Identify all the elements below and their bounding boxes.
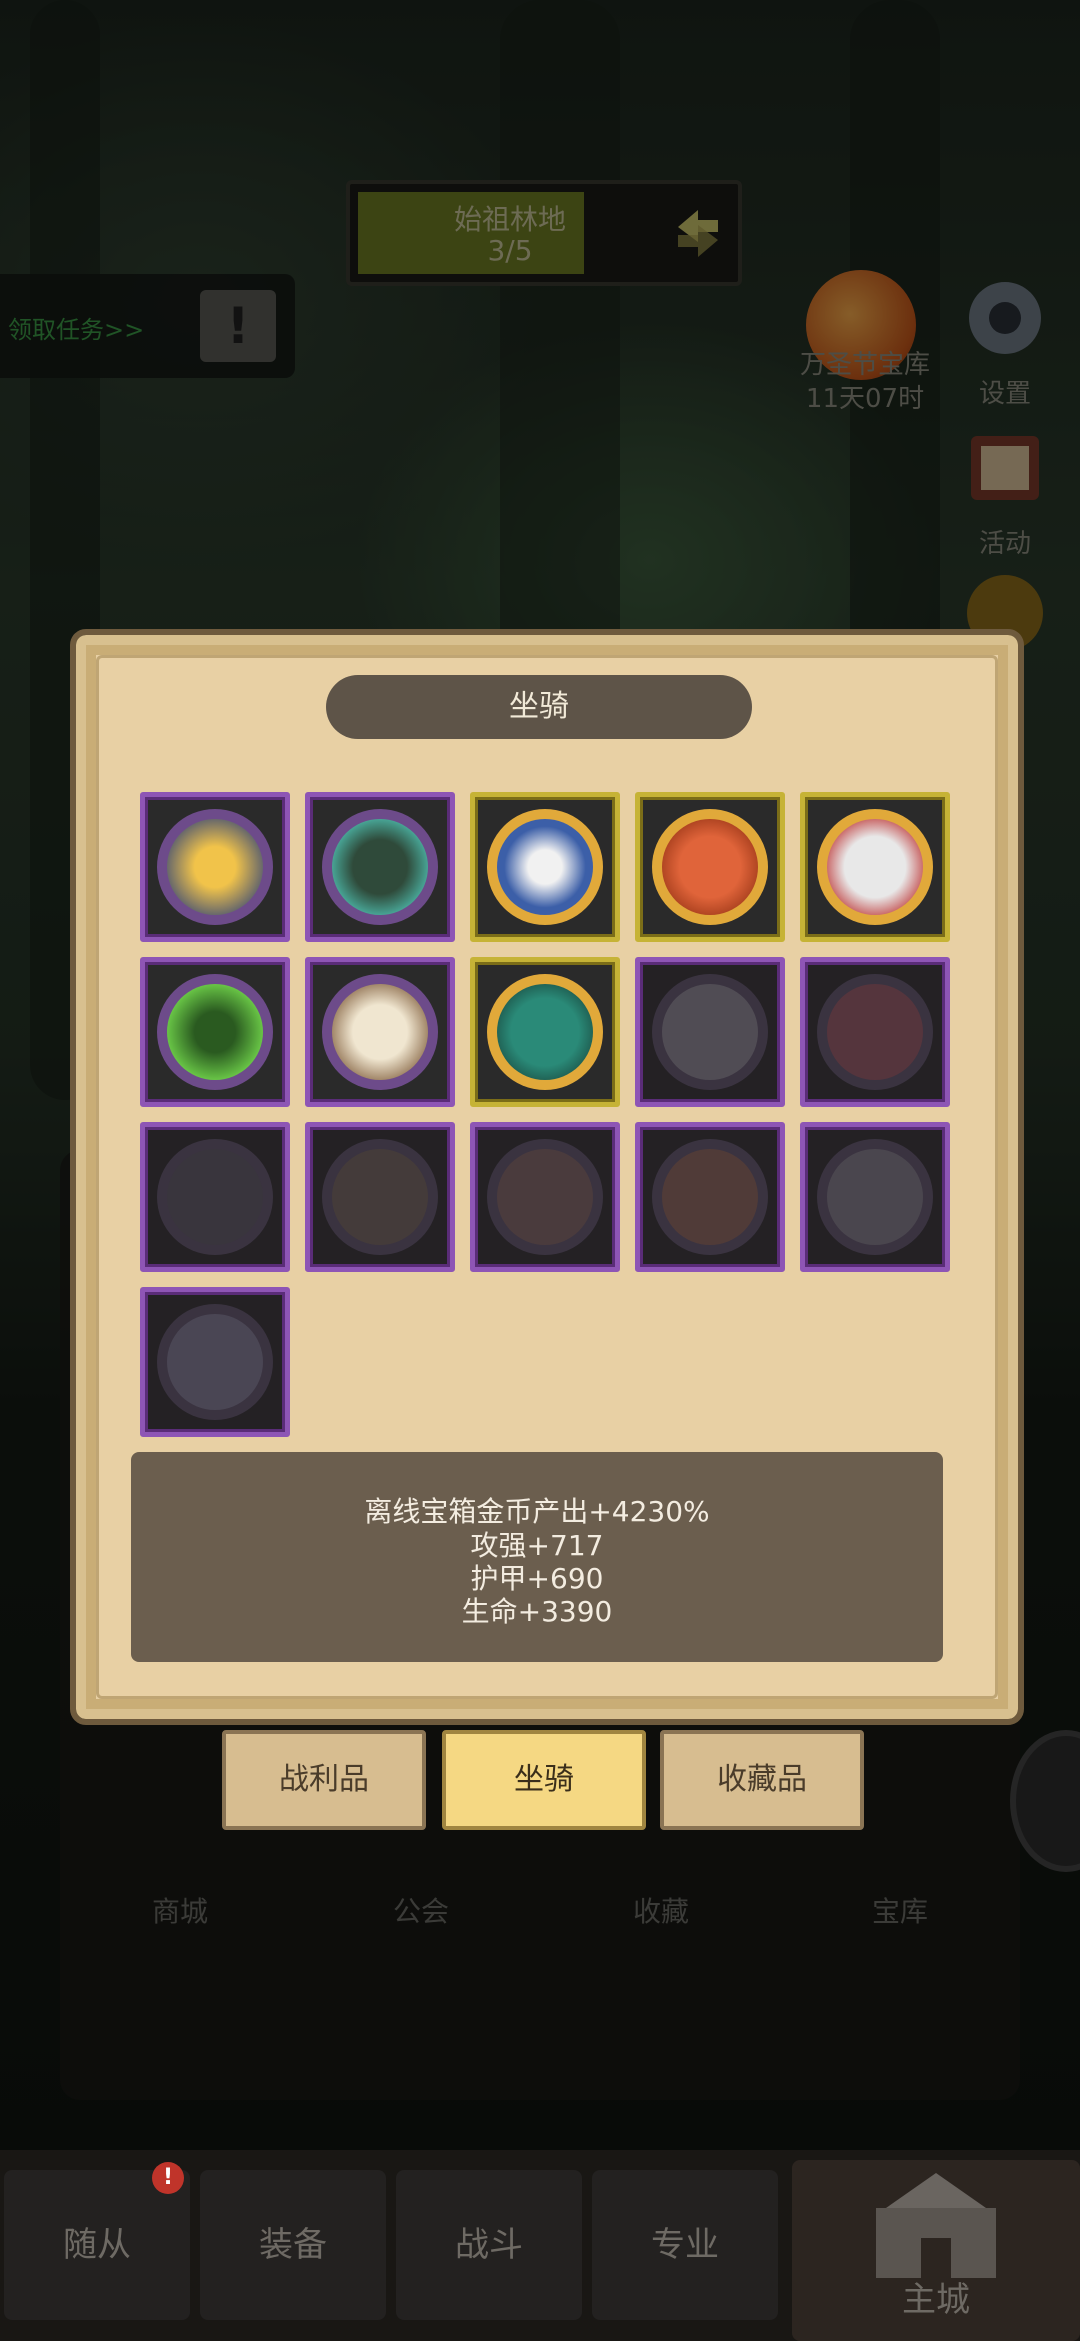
mount-slot-7[interactable] bbox=[305, 957, 455, 1107]
dialog-title-banner: 坐骑 bbox=[326, 675, 752, 739]
nav-main-label: 主城 bbox=[902, 2280, 970, 2320]
stat-health: 生命+3390 bbox=[461, 1595, 613, 1628]
red-mech-icon bbox=[662, 819, 758, 915]
green-dino-icon bbox=[332, 819, 428, 915]
locked-mount-icon bbox=[167, 1314, 263, 1410]
nav-followers-label: 随从 bbox=[63, 2225, 131, 2265]
mount-slot-2[interactable] bbox=[305, 792, 455, 942]
mount-slot-10-locked[interactable] bbox=[800, 957, 950, 1107]
castle-icon bbox=[876, 2173, 996, 2278]
shark-icon bbox=[497, 819, 593, 915]
mount-slot-1[interactable] bbox=[140, 792, 290, 942]
white-beast-icon bbox=[827, 819, 923, 915]
mount-slot-5[interactable] bbox=[800, 792, 950, 942]
mount-bonus-stats: 离线宝箱金币产出+4230% 攻强+717 护甲+690 生命+3390 bbox=[131, 1452, 943, 1662]
mount-slot-6[interactable] bbox=[140, 957, 290, 1107]
nav-profession-label: 专业 bbox=[651, 2225, 719, 2265]
mount-slot-3[interactable] bbox=[470, 792, 620, 942]
locked-mount-icon bbox=[827, 984, 923, 1080]
locked-mount-icon bbox=[662, 984, 758, 1080]
green-beast-icon bbox=[167, 984, 263, 1080]
tab-collection-label: 收藏品 bbox=[717, 1762, 807, 1797]
mount-slot-12-locked[interactable] bbox=[305, 1122, 455, 1272]
nav-equipment[interactable]: 装备 bbox=[200, 2170, 386, 2320]
tab-loot[interactable]: 战利品 bbox=[222, 1730, 426, 1830]
mount-slot-11-locked[interactable] bbox=[140, 1122, 290, 1272]
locked-mount-icon bbox=[167, 1149, 263, 1245]
locked-mount-icon bbox=[332, 1149, 428, 1245]
nav-equipment-label: 装备 bbox=[259, 2225, 327, 2265]
tab-mount-label: 坐骑 bbox=[514, 1762, 574, 1797]
mount-slot-16-locked[interactable] bbox=[140, 1287, 290, 1437]
tab-collection[interactable]: 收藏品 bbox=[660, 1730, 864, 1830]
mount-dialog: 坐骑 离线宝箱金币产出+4230% 攻强+717 护甲+690 生命+3390 bbox=[70, 629, 1024, 1725]
mount-slot-13-locked[interactable] bbox=[470, 1122, 620, 1272]
mount-slot-8[interactable] bbox=[470, 957, 620, 1107]
dialog-title: 坐骑 bbox=[509, 689, 569, 724]
mech-dino-icon bbox=[167, 819, 263, 915]
tab-mount[interactable]: 坐骑 bbox=[442, 1730, 646, 1830]
locked-mount-icon bbox=[827, 1149, 923, 1245]
locked-mount-icon bbox=[497, 1149, 593, 1245]
nav-battle-label: 战斗 bbox=[455, 2225, 523, 2265]
armored-beast-icon bbox=[332, 984, 428, 1080]
mount-slot-15-locked[interactable] bbox=[800, 1122, 950, 1272]
tank-icon bbox=[497, 984, 593, 1080]
mount-slot-14-locked[interactable] bbox=[635, 1122, 785, 1272]
nav-profession[interactable]: 专业 bbox=[592, 2170, 778, 2320]
tab-loot-label: 战利品 bbox=[279, 1762, 369, 1797]
mount-slot-9-locked[interactable] bbox=[635, 957, 785, 1107]
nav-battle[interactable]: 战斗 bbox=[396, 2170, 582, 2320]
notification-badge: ! bbox=[152, 2162, 184, 2194]
locked-mount-icon bbox=[662, 1149, 758, 1245]
nav-main-city[interactable]: 主城 bbox=[792, 2160, 1080, 2341]
mount-slot-4[interactable] bbox=[635, 792, 785, 942]
